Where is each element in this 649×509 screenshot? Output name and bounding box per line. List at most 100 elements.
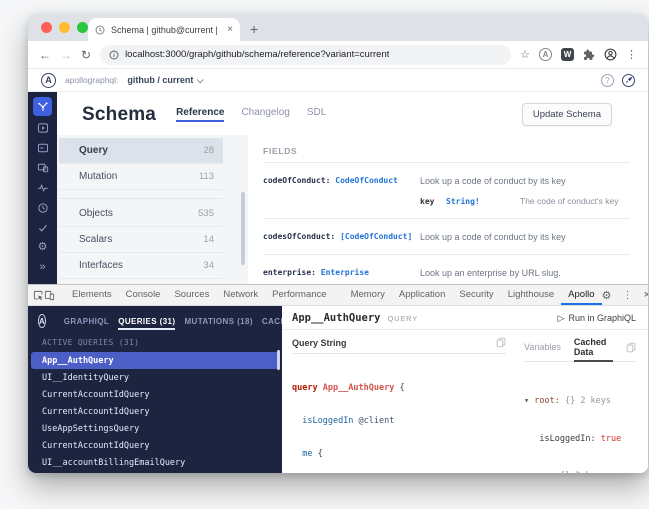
rail-schema-icon[interactable] (33, 97, 52, 116)
tab-sdl[interactable]: SDL (307, 107, 326, 122)
typenav-row-scalars[interactable]: Scalars 14 (59, 227, 223, 253)
devtools-tab-apollo[interactable]: Apollo (561, 285, 602, 305)
rail-fields-icon[interactable] (33, 139, 52, 156)
rail-history-icon[interactable] (33, 199, 52, 216)
field-type-link[interactable]: Enterprise (321, 268, 369, 277)
query-list-item[interactable]: CurrentAccountIdQuery (28, 437, 282, 454)
browser-menu-icon[interactable]: ⋮ (626, 48, 637, 61)
rail-checks-icon[interactable] (33, 219, 52, 236)
bookmark-star-icon[interactable]: ☆ (520, 48, 530, 61)
browser-tab[interactable]: Schema | github@current | Stu × (88, 18, 240, 41)
graph-selector[interactable]: github / current (127, 75, 205, 85)
query-list-scrollbar[interactable] (277, 350, 280, 370)
copy-icon[interactable] (626, 342, 636, 353)
devtools-close-icon[interactable]: × (643, 289, 648, 301)
devtools-tab-elements[interactable]: Elements (65, 285, 119, 305)
devtools-menu-icon[interactable]: ⋮ (622, 290, 632, 301)
arg-type-link[interactable]: String! (446, 197, 496, 206)
close-window-button[interactable] (41, 22, 52, 33)
back-icon[interactable]: ← (39, 48, 51, 62)
query-list-item[interactable]: UI__IdentityQuery (28, 369, 282, 386)
tab-close-icon[interactable]: × (227, 24, 233, 35)
query-list-item[interactable]: CurrentAccountIdQuery (28, 471, 282, 473)
devtools-tab-sources[interactable]: Sources (167, 285, 216, 305)
devtools-tab-security[interactable]: Security (452, 285, 500, 305)
query-list-item[interactable]: App__AuthQuery (31, 352, 279, 369)
query-list-item[interactable]: CurrentAccountIdQuery (28, 386, 282, 403)
query-list-item[interactable]: UseAppSettingsQuery (28, 420, 282, 437)
apollo-tab-cache[interactable]: CACHE (262, 317, 282, 330)
devtools-tab-console[interactable]: Console (119, 285, 168, 305)
query-string-section: Query String query App__AuthQuery { isLo… (292, 335, 506, 473)
tab-cached-data[interactable]: Cached Data (573, 337, 613, 362)
type-nav-panel: Query 28 Mutation 113 Objects 535 Scalar… (57, 135, 248, 284)
field-description: Look up an enterprise by URL slug. (420, 268, 561, 278)
tab-reference[interactable]: Reference (176, 107, 225, 122)
field-signature: codeOfConduct: CodeOfConduct (263, 176, 410, 186)
apollo-logo-icon[interactable]: A (41, 72, 56, 88)
browser-tabstrip: Schema | github@current | Stu × + (28, 14, 648, 41)
tab-variables[interactable]: Variables (524, 342, 561, 357)
apollo-tab-queries[interactable]: QUERIES (31) (118, 317, 176, 330)
typenav-scrollbar[interactable] (241, 192, 245, 265)
cache-node[interactable]: ▾ me: {} 3 keys (524, 470, 636, 473)
url-text[interactable]: localhost:3000/graph/github/schema/refer… (125, 49, 389, 60)
chevron-down-icon (197, 75, 205, 83)
browser-window: Schema | github@current | Stu × + ← → ↻ … (28, 14, 648, 473)
typenav-row-interfaces[interactable]: Interfaces 34 (59, 253, 223, 279)
help-icon[interactable]: ? (601, 73, 614, 87)
devtools-tab-application[interactable]: Application (392, 285, 452, 305)
org-label[interactable]: apollographql: (65, 75, 118, 85)
zoom-window-button[interactable] (77, 22, 88, 33)
run-in-graphiql-button[interactable]: ▷ Run in GraphiQL (558, 313, 636, 324)
studio-header: A apollographql: github / current ? (28, 69, 648, 92)
devtools-tab-memory[interactable]: Memory (344, 285, 392, 305)
extensions-puzzle-icon[interactable] (583, 49, 595, 61)
devtools-tab-network[interactable]: Network (216, 285, 265, 305)
page-info-icon[interactable] (109, 50, 119, 60)
query-list-item[interactable]: UI__accountBillingEmailQuery (28, 454, 282, 471)
address-bar[interactable]: localhost:3000/graph/github/schema/refer… (100, 44, 512, 65)
devtools-settings-gear-icon[interactable]: ⚙ (602, 289, 612, 302)
field-name: enterprise: (263, 268, 321, 277)
typenav-row-query[interactable]: Query 28 (59, 138, 223, 164)
typenav-row-mutation[interactable]: Mutation 113 (59, 164, 223, 190)
rail-settings-gear-icon[interactable]: ⚙ (33, 239, 52, 256)
typenav-label: Objects (79, 208, 113, 219)
tab-changelog[interactable]: Changelog (241, 107, 289, 122)
update-schema-button[interactable]: Update Schema (521, 103, 612, 126)
device-toolbar-icon[interactable] (44, 290, 55, 301)
apollo-extension-icon[interactable]: A (539, 48, 552, 61)
query-string-label: Query String (292, 337, 347, 348)
w-extension-icon[interactable]: W (561, 48, 574, 61)
minimize-window-button[interactable] (59, 22, 70, 33)
rail-clients-icon[interactable] (33, 159, 52, 176)
rail-operations-icon[interactable] (33, 179, 52, 196)
new-tab-button[interactable]: + (250, 21, 258, 37)
devtools-tab-lighthouse[interactable]: Lighthouse (501, 285, 561, 305)
forward-icon[interactable]: → (60, 48, 72, 62)
rail-expand-icon[interactable]: » (33, 259, 52, 276)
rail-explorer-icon[interactable] (33, 119, 52, 136)
profile-avatar-icon[interactable] (604, 48, 617, 61)
cache-node[interactable]: ▾ root: {} 2 keys (524, 395, 636, 408)
devtools-tab-performance[interactable]: Performance (265, 285, 333, 305)
reload-icon[interactable]: ↻ (81, 48, 91, 62)
graph-label: github / current (127, 75, 194, 85)
query-list-item[interactable]: CurrentAccountIdQuery (28, 403, 282, 420)
apollo-tab-graphiql[interactable]: GRAPHIQL (64, 317, 109, 330)
apollo-tab-mutations[interactable]: MUTATIONS (18) (184, 317, 252, 330)
copy-icon[interactable] (496, 337, 506, 348)
field-type-link[interactable]: [CodeOfConduct] (340, 232, 412, 241)
typenav-count: 14 (203, 234, 214, 245)
studio-app: ⚙ » Schema Reference Changelog SDL Updat… (28, 92, 648, 284)
schema-tabs: Reference Changelog SDL (176, 107, 326, 122)
field-type-link[interactable]: CodeOfConduct (335, 176, 398, 185)
schema-page-head: Schema Reference Changelog SDL Update Sc… (57, 92, 648, 135)
field-description: Look up a code of conduct by its key (420, 176, 566, 186)
launch-icon[interactable] (622, 73, 635, 87)
inspect-element-icon[interactable] (33, 290, 44, 301)
typenav-row-objects[interactable]: Objects 535 (59, 201, 223, 227)
typenav-label: Scalars (79, 234, 113, 245)
studio-nav-rail: ⚙ » (28, 92, 57, 284)
